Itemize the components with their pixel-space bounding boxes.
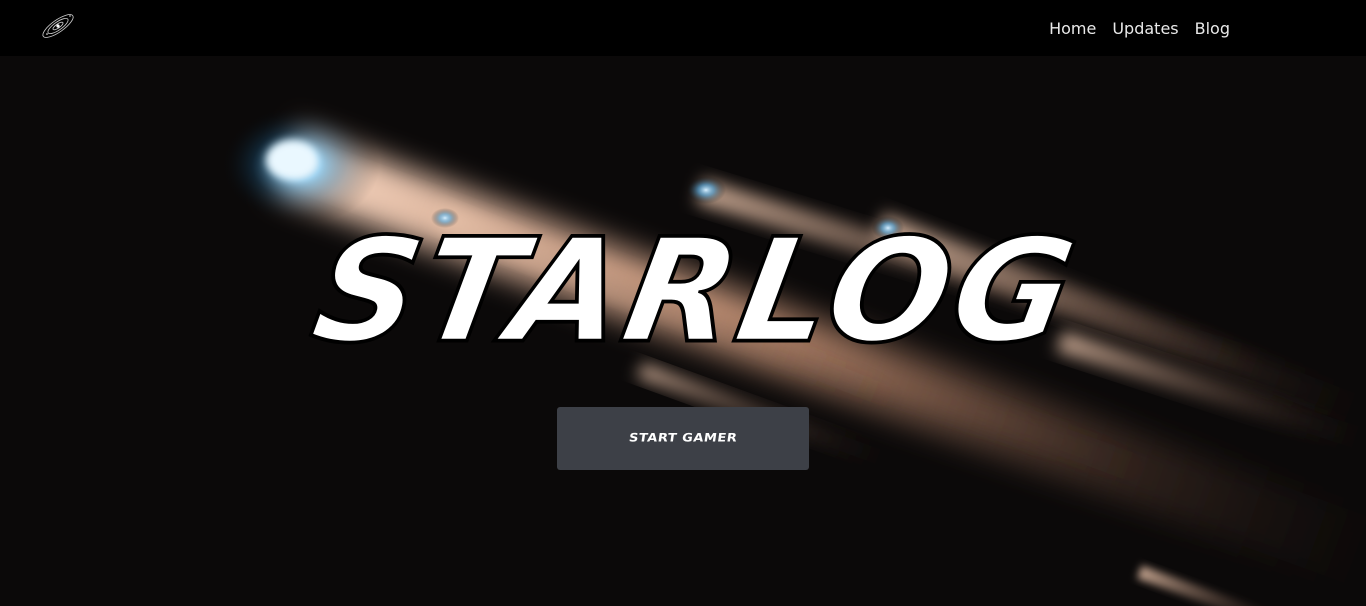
page: Home Updates Blog STARLOG STARLOG START … bbox=[0, 0, 1366, 606]
start-gamer-label: START GAMER bbox=[627, 431, 739, 446]
hero-title-inline: STARLOG bbox=[303, 212, 1090, 372]
galaxy-icon[interactable] bbox=[38, 6, 78, 46]
start-gamer-button[interactable]: START GAMER bbox=[557, 407, 809, 470]
navbar: Home Updates Blog bbox=[0, 0, 1366, 56]
hero-title: STARLOG STARLOG bbox=[300, 212, 1092, 372]
nav-link-home[interactable]: Home bbox=[1049, 19, 1096, 38]
nav-links: Home Updates Blog bbox=[1049, 0, 1230, 56]
nav-link-blog[interactable]: Blog bbox=[1195, 19, 1230, 38]
nav-link-updates[interactable]: Updates bbox=[1112, 19, 1178, 38]
